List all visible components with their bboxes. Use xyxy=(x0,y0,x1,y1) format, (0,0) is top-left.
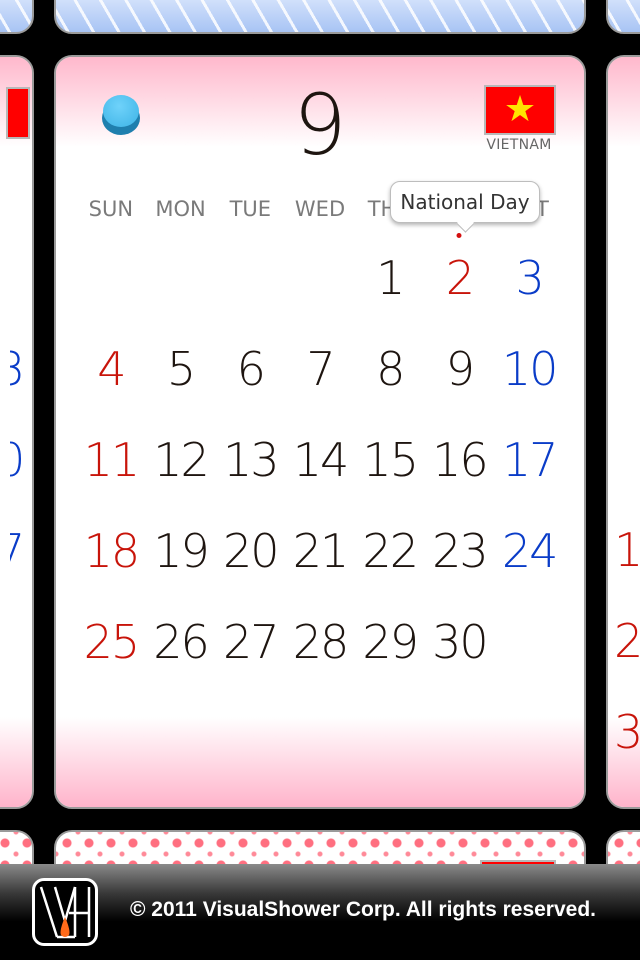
calendar-day[interactable]: 30 xyxy=(425,607,495,698)
calendar-day[interactable]: 6 xyxy=(215,334,285,425)
holiday-tooltip: National Day xyxy=(390,181,540,223)
weekday-mon: MON xyxy=(155,197,206,221)
prev-row-left-card[interactable] xyxy=(0,0,34,34)
calendar-empty-cell xyxy=(285,243,355,334)
prev-row-right-card[interactable] xyxy=(606,0,640,34)
calendar-day[interactable]: 10 xyxy=(494,334,564,425)
weekday-tue: TUE xyxy=(229,197,272,221)
calendar-day[interactable]: 24 xyxy=(494,516,564,607)
left-card-digit: 3 xyxy=(10,342,30,396)
calendar-empty-cell xyxy=(494,607,564,698)
calendar-day[interactable]: 2 xyxy=(425,233,495,334)
calendar-day[interactable]: 16 xyxy=(425,425,495,516)
calendar-day[interactable]: 17 xyxy=(494,425,564,516)
calendar-day[interactable]: 12 xyxy=(146,425,216,516)
calendar-grid: 1 2 3 4 5 6 7 8 9 10 11 12 13 14 15 16 17 18 19 20 21 22 23 24 2… xyxy=(76,233,564,698)
calendar-day[interactable]: 4 xyxy=(76,334,146,425)
calendar-empty-cell xyxy=(146,243,216,334)
country-label: VIETNAM xyxy=(486,137,552,153)
calendar-day[interactable]: 26 xyxy=(146,607,216,698)
calendar-day[interactable]: 19 xyxy=(146,516,216,607)
left-card-digit: 0 xyxy=(10,433,30,487)
right-card-digit: 3 xyxy=(614,705,640,759)
calendar-day[interactable]: 23 xyxy=(425,516,495,607)
right-card-digit: 1 xyxy=(614,523,640,577)
calendar-day[interactable]: 8 xyxy=(355,334,425,425)
calendar-empty-cell xyxy=(76,243,146,334)
holiday-marker-dot xyxy=(456,233,462,238)
calendar-day[interactable]: 9 xyxy=(425,334,495,425)
calendar-day[interactable]: 7 xyxy=(285,334,355,425)
calendar-day[interactable]: 27 xyxy=(215,607,285,698)
calendar-day[interactable]: 1 xyxy=(355,243,425,334)
calendar-day[interactable]: 21 xyxy=(285,516,355,607)
left-side-card[interactable]: 3 0 7 xyxy=(0,55,34,809)
weekday-sun: SUN xyxy=(88,197,134,221)
prev-row-center-card[interactable] xyxy=(54,0,586,34)
calendar-day[interactable]: 3 xyxy=(494,243,564,334)
calendar-day[interactable]: 22 xyxy=(355,516,425,607)
copyright-text: © 2011 VisualShower Corp. All rights res… xyxy=(130,898,596,921)
weekday-wed: WED xyxy=(294,197,346,221)
calendar-day[interactable]: 15 xyxy=(355,425,425,516)
calendar-card[interactable]: 9 ★ VIETNAM SUN MON TUE WED THU FRI SAT … xyxy=(54,55,586,809)
right-side-card[interactable]: 1 2 3 xyxy=(606,55,640,809)
calendar-day[interactable]: 25 xyxy=(76,607,146,698)
left-card-flag-icon xyxy=(6,87,30,139)
calendar-day[interactable]: 14 xyxy=(285,425,355,516)
vietnam-flag-icon[interactable]: ★ xyxy=(484,85,556,135)
calendar-day[interactable]: 18 xyxy=(76,516,146,607)
left-card-digit: 7 xyxy=(10,524,30,578)
calendar-day[interactable]: 13 xyxy=(215,425,285,516)
calendar-day[interactable]: 20 xyxy=(215,516,285,607)
right-card-digit: 2 xyxy=(614,614,640,668)
visualshower-logo-icon[interactable] xyxy=(32,878,98,946)
calendar-day[interactable]: 29 xyxy=(355,607,425,698)
calendar-day[interactable]: 11 xyxy=(76,425,146,516)
calendar-day[interactable]: 5 xyxy=(146,334,216,425)
footer-bar: © 2011 VisualShower Corp. All rights res… xyxy=(0,864,640,960)
calendar-day[interactable]: 28 xyxy=(285,607,355,698)
calendar-empty-cell xyxy=(215,243,285,334)
